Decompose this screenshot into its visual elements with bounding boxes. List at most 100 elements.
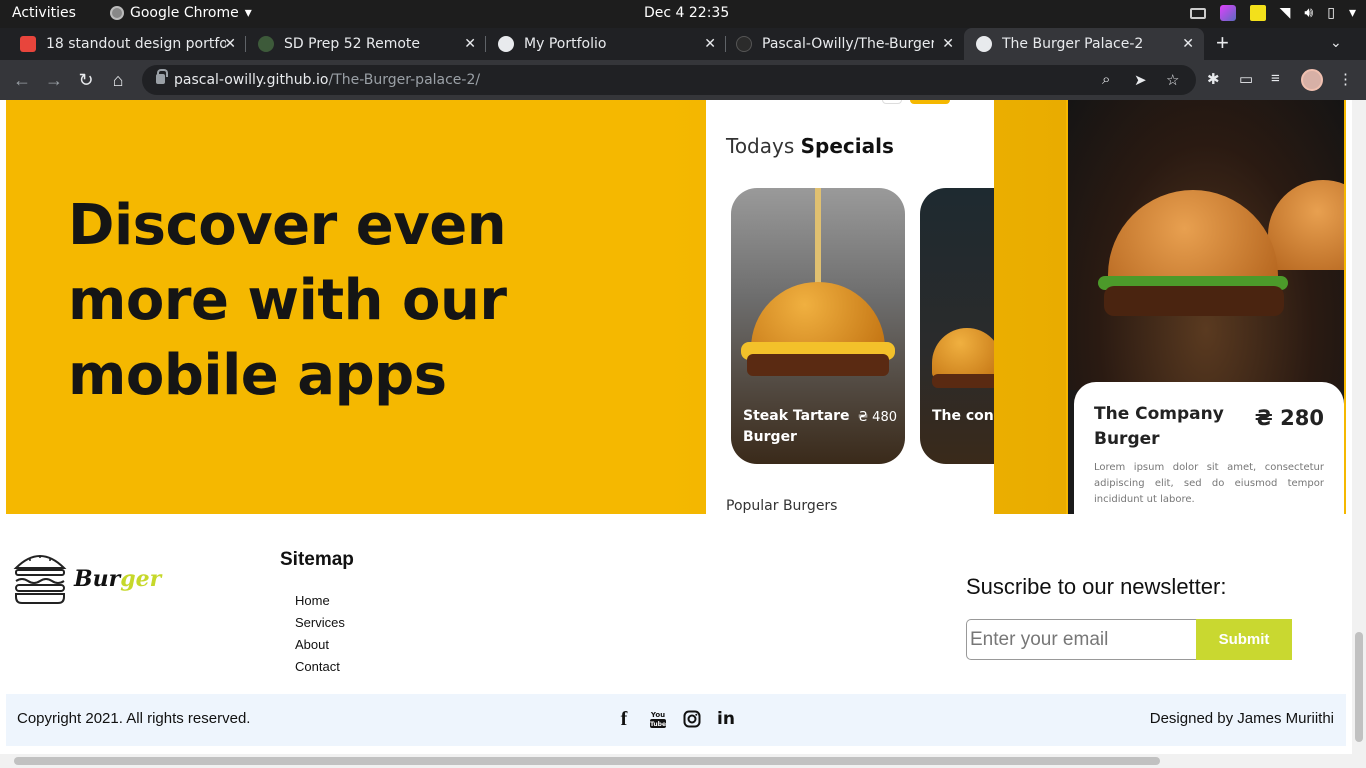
phone-mockup-specials: Todays Specials Steak Tartare Burger ₴ 4…: [706, 100, 994, 514]
app-menu[interactable]: Google Chrome ▾: [110, 5, 252, 21]
tab-search-chevron-icon[interactable]: ⌄: [1330, 34, 1342, 51]
burger-image: [1104, 286, 1284, 316]
media-queue-icon[interactable]: ≡: [1271, 70, 1280, 87]
instagram-icon[interactable]: [682, 708, 702, 730]
wifi-icon[interactable]: ◥: [1280, 5, 1291, 21]
browser-toolbar: ← → ↻ ⌂ pascal-owilly.github.io/The-Burg…: [0, 60, 1366, 100]
url-host: pascal-owilly.github.io: [174, 72, 329, 88]
github-icon: [736, 36, 752, 52]
notes-icon[interactable]: [1249, 5, 1266, 21]
horizontal-scrollbar[interactable]: [0, 754, 1366, 768]
bookmark-star-icon[interactable]: ☆: [1166, 71, 1179, 89]
lock-icon[interactable]: [156, 69, 168, 84]
tab-burger-palace[interactable]: The Burger Palace-2 ✕: [964, 28, 1204, 60]
burger-info-panel: The Company Burger ₴ 280 Lorem ipsum dol…: [1074, 382, 1344, 514]
home-button[interactable]: ⌂: [106, 68, 130, 92]
chrome-menu-icon[interactable]: ⋮: [1338, 70, 1353, 88]
svg-text:You: You: [650, 711, 665, 719]
sitemap-link-contact[interactable]: Contact: [295, 656, 345, 678]
tab-sd-prep[interactable]: SD Prep 52 Remote ✕: [238, 28, 486, 60]
hero-title: Discover even more with our mobile apps: [68, 193, 507, 408]
svg-text:Tube: Tube: [650, 721, 666, 728]
tab-my-portfolio[interactable]: My Portfolio ✕: [478, 28, 726, 60]
burger-logo-icon[interactable]: [12, 548, 68, 604]
designer-credit: Designed by James Muriithi: [1149, 710, 1334, 727]
sitemap-list: Home Services About Contact: [295, 590, 345, 678]
tab-favicon-icon: [20, 36, 36, 52]
newsletter-email-input[interactable]: [966, 619, 1198, 660]
screen-icon[interactable]: [1189, 7, 1206, 19]
send-icon[interactable]: ➤: [1134, 71, 1147, 89]
linkedin-icon[interactable]: in: [716, 708, 736, 730]
app-indicator-icon[interactable]: [1219, 5, 1236, 21]
logo-wordmark[interactable]: Burger: [74, 566, 161, 592]
tab-title: 18 standout design portfo: [46, 36, 226, 52]
vertical-scrollbar[interactable]: [1352, 100, 1366, 754]
forward-button[interactable]: →: [42, 68, 66, 92]
app-menu-label: Google Chrome: [130, 5, 239, 21]
globe-icon: [498, 36, 514, 52]
globe-icon: [976, 36, 992, 52]
special-card: The con Burger: [920, 188, 994, 464]
special-card-price: ₴ 480: [857, 410, 897, 425]
youtube-icon[interactable]: You Tube: [648, 708, 668, 730]
special-card-name: Steak Tartare Burger: [743, 408, 850, 445]
special-card-name: The con Burger: [932, 408, 994, 424]
tab-design-portfolio[interactable]: 18 standout design portfo ✕: [0, 28, 246, 60]
tab-title: SD Prep 52 Remote: [284, 36, 420, 52]
newsletter-title: Suscribe to our newsletter:: [966, 574, 1227, 599]
burger-price: ₴ 280: [1254, 406, 1324, 430]
close-tab-icon[interactable]: ✕: [1182, 36, 1194, 52]
volume-icon[interactable]: 🔊︎: [1304, 5, 1313, 21]
tab-title: My Portfolio: [524, 36, 607, 52]
facebook-icon[interactable]: f: [614, 708, 634, 730]
close-tab-icon[interactable]: ✕: [224, 36, 236, 52]
horizontal-scrollbar-thumb[interactable]: [14, 757, 1160, 765]
logo-text-a: Bur: [74, 566, 121, 592]
battery-icon[interactable]: ▯: [1327, 5, 1335, 21]
close-tab-icon[interactable]: ✕: [704, 36, 716, 52]
vertical-scrollbar-thumb[interactable]: [1355, 632, 1363, 742]
zoom-icon[interactable]: ⌕: [1102, 71, 1110, 88]
cast-icon[interactable]: ▭: [1239, 70, 1253, 88]
url-path: /The-Burger-palace-2/: [328, 72, 481, 88]
phone-chip-decoration: [882, 100, 902, 104]
newsletter-submit-button[interactable]: Submit: [1196, 619, 1292, 660]
close-tab-icon[interactable]: ✕: [942, 36, 954, 52]
address-bar[interactable]: pascal-owilly.github.io/The-Burger-palac…: [142, 65, 1196, 95]
specials-heading-bold: Specials: [800, 134, 894, 158]
sitemap-title: Sitemap: [280, 549, 354, 570]
burger-image: [815, 188, 821, 292]
reload-button[interactable]: ↻: [74, 68, 98, 92]
logo-text-b: ger: [120, 566, 162, 592]
chrome-icon: [110, 6, 124, 20]
sitemap-link-about[interactable]: About: [295, 634, 345, 656]
tab-title: Pascal-Owilly/The-Burger: [762, 36, 934, 52]
sitemap-link-services[interactable]: Services: [295, 612, 345, 634]
tab-title: The Burger Palace-2: [1002, 36, 1144, 52]
page-viewport: Discover even more with our mobile apps …: [0, 100, 1366, 768]
tab-github-repo[interactable]: Pascal-Owilly/The-Burger ✕: [716, 28, 964, 60]
system-tray[interactable]: ◥ 🔊︎ ▯ ▾: [1189, 5, 1356, 21]
new-tab-button[interactable]: +: [1216, 30, 1229, 56]
mobile-apps-hero: Discover even more with our mobile apps …: [6, 100, 1346, 514]
chevron-down-icon: ▾: [244, 5, 252, 21]
activities-button[interactable]: Activities: [12, 5, 76, 21]
burger-image: [932, 374, 994, 388]
tab-favicon-icon: [258, 36, 274, 52]
specials-heading: Todays Specials: [726, 134, 894, 158]
footer-bottom-bar: Copyright 2021. All rights reserved. f Y…: [6, 694, 1346, 746]
profile-avatar[interactable]: [1301, 69, 1323, 91]
phone-mockup-detail: The Company Burger ₴ 280 Lorem ipsum dol…: [1068, 100, 1344, 514]
extensions-icon[interactable]: ✱: [1207, 70, 1220, 88]
clock[interactable]: Dec 4 22:35: [644, 5, 729, 21]
system-top-bar: Activities Google Chrome ▾ Dec 4 22:35 ◥…: [0, 0, 1366, 28]
close-tab-icon[interactable]: ✕: [464, 36, 476, 52]
url-text[interactable]: pascal-owilly.github.io/The-Burger-palac…: [174, 72, 480, 88]
power-menu-icon[interactable]: ▾: [1349, 5, 1356, 21]
phone-chip-decoration: [910, 100, 950, 104]
burger-description: Lorem ipsum dolor sit amet, consectetur …: [1094, 462, 1324, 505]
back-button[interactable]: ←: [10, 68, 34, 92]
sitemap-link-home[interactable]: Home: [295, 590, 345, 612]
site-footer: Burger Sitemap Home Services About Conta…: [6, 514, 1346, 694]
